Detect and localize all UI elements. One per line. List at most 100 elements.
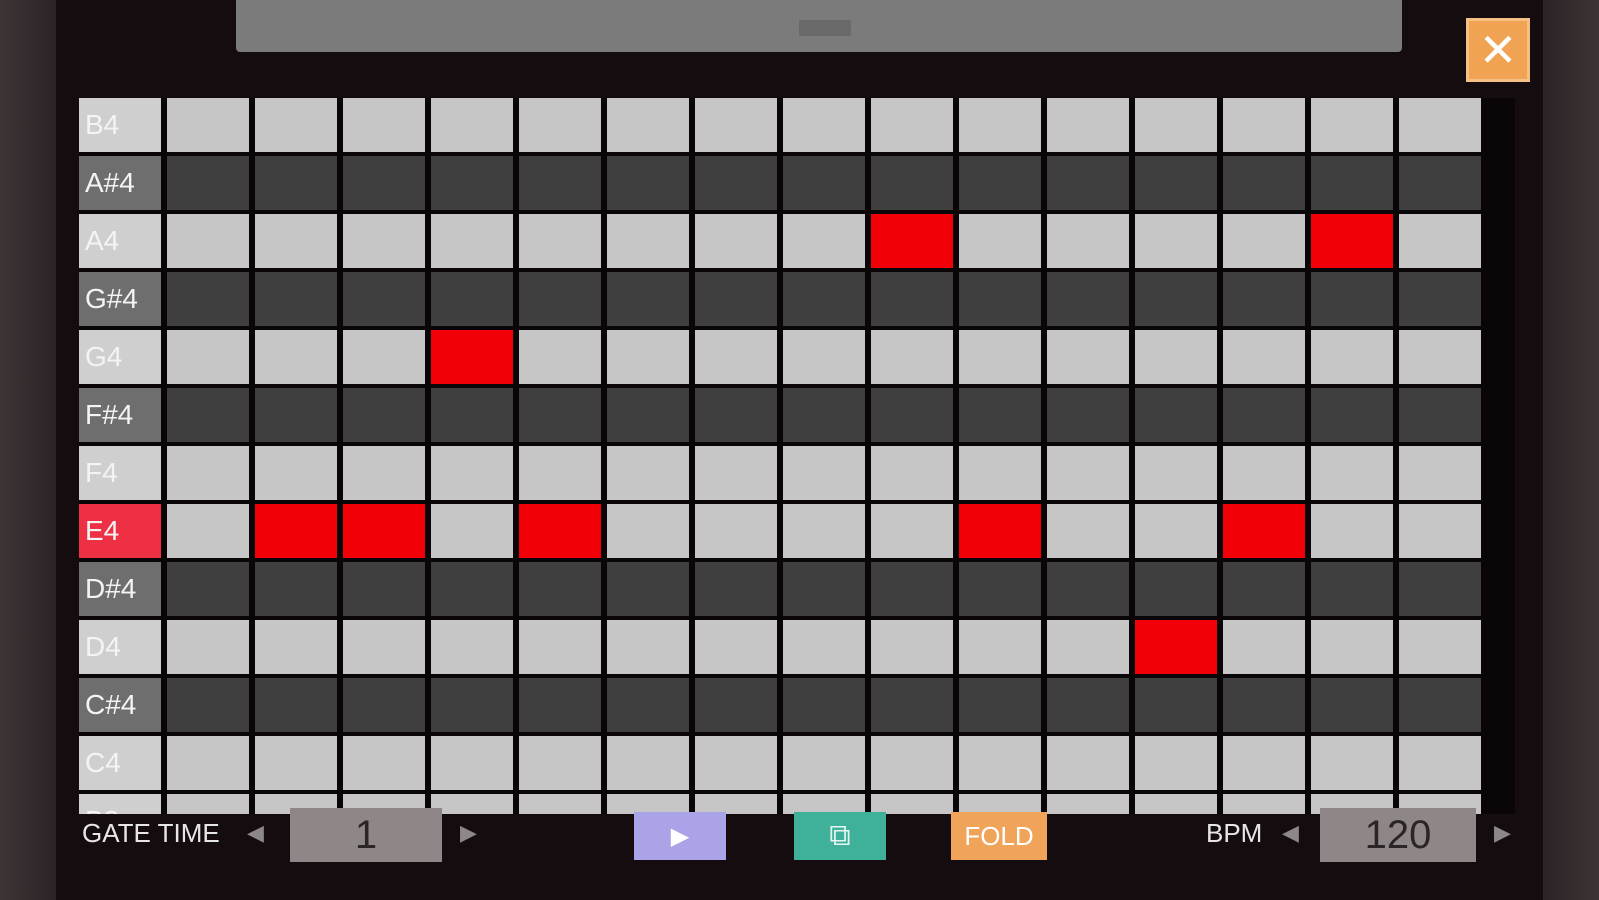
step-cell[interactable] [695, 562, 777, 616]
step-cell[interactable] [1399, 98, 1481, 152]
step-cell[interactable] [607, 156, 689, 210]
step-cell[interactable] [519, 678, 601, 732]
step-cell[interactable] [1135, 388, 1217, 442]
step-cell[interactable] [871, 98, 953, 152]
step-cell[interactable] [871, 736, 953, 790]
step-cell[interactable] [255, 620, 337, 674]
step-cell[interactable] [1135, 562, 1217, 616]
step-cell[interactable] [1135, 678, 1217, 732]
step-cell[interactable] [1135, 504, 1217, 558]
step-cell[interactable] [255, 562, 337, 616]
step-cell[interactable] [607, 678, 689, 732]
bpm-increase-button[interactable]: ▶ [1494, 820, 1511, 846]
step-cell[interactable] [519, 562, 601, 616]
step-cell[interactable] [1311, 446, 1393, 500]
step-cell[interactable] [431, 620, 513, 674]
note-label[interactable]: C#4 [79, 678, 161, 732]
step-cell[interactable] [871, 620, 953, 674]
step-cell[interactable] [959, 794, 1041, 814]
step-cell[interactable] [695, 330, 777, 384]
step-cell[interactable] [431, 446, 513, 500]
step-cell[interactable] [1223, 214, 1305, 268]
step-cell[interactable] [871, 794, 953, 814]
note-label[interactable]: D#4 [79, 562, 161, 616]
step-cell[interactable] [1047, 620, 1129, 674]
step-cell[interactable] [959, 620, 1041, 674]
step-cell[interactable] [1311, 562, 1393, 616]
step-cell[interactable] [1311, 620, 1393, 674]
step-cell[interactable] [519, 156, 601, 210]
note-label[interactable]: B4 [79, 98, 161, 152]
step-cell[interactable] [431, 330, 513, 384]
step-cell[interactable] [255, 388, 337, 442]
step-cell[interactable] [871, 562, 953, 616]
step-cell[interactable] [783, 736, 865, 790]
step-cell[interactable] [1223, 794, 1305, 814]
step-cell[interactable] [1399, 272, 1481, 326]
step-cell[interactable] [1311, 678, 1393, 732]
note-label[interactable]: F4 [79, 446, 161, 500]
step-cell[interactable] [1135, 446, 1217, 500]
step-cell[interactable] [167, 620, 249, 674]
step-cell[interactable] [1399, 504, 1481, 558]
step-cell[interactable] [519, 794, 601, 814]
step-cell[interactable] [959, 214, 1041, 268]
step-cell[interactable] [783, 330, 865, 384]
step-cell[interactable] [255, 678, 337, 732]
step-cell[interactable] [1223, 678, 1305, 732]
step-cell[interactable] [431, 388, 513, 442]
step-cell[interactable] [607, 562, 689, 616]
step-cell[interactable] [343, 504, 425, 558]
step-cell[interactable] [343, 98, 425, 152]
step-cell[interactable] [959, 98, 1041, 152]
step-cell[interactable] [871, 446, 953, 500]
step-cell[interactable] [1399, 678, 1481, 732]
step-cell[interactable] [519, 446, 601, 500]
step-cell[interactable] [1223, 620, 1305, 674]
step-cell[interactable] [519, 736, 601, 790]
drag-handle-bar[interactable] [236, 0, 1402, 52]
step-cell[interactable] [1223, 446, 1305, 500]
step-cell[interactable] [1047, 446, 1129, 500]
step-cell[interactable] [959, 446, 1041, 500]
step-cell[interactable] [343, 272, 425, 326]
step-cell[interactable] [695, 156, 777, 210]
step-cell[interactable] [695, 98, 777, 152]
step-cell[interactable] [783, 214, 865, 268]
step-cell[interactable] [167, 736, 249, 790]
step-cell[interactable] [519, 504, 601, 558]
step-cell[interactable] [519, 388, 601, 442]
step-cell[interactable] [1311, 214, 1393, 268]
step-cell[interactable] [167, 330, 249, 384]
step-cell[interactable] [1047, 678, 1129, 732]
step-cell[interactable] [255, 736, 337, 790]
step-cell[interactable] [1223, 736, 1305, 790]
step-cell[interactable] [783, 388, 865, 442]
step-cell[interactable] [431, 504, 513, 558]
step-cell[interactable] [1399, 156, 1481, 210]
step-cell[interactable] [1223, 156, 1305, 210]
step-cell[interactable] [431, 794, 513, 814]
step-cell[interactable] [1047, 330, 1129, 384]
step-cell[interactable] [255, 214, 337, 268]
step-cell[interactable] [1399, 620, 1481, 674]
bpm-value[interactable]: 120 [1320, 808, 1476, 862]
step-cell[interactable] [167, 156, 249, 210]
step-cell[interactable] [1223, 330, 1305, 384]
step-cell[interactable] [167, 504, 249, 558]
step-cell[interactable] [1399, 562, 1481, 616]
step-cell[interactable] [343, 678, 425, 732]
step-cell[interactable] [871, 214, 953, 268]
step-cell[interactable] [1047, 562, 1129, 616]
step-cell[interactable] [959, 388, 1041, 442]
step-cell[interactable] [1047, 156, 1129, 210]
step-cell[interactable] [1047, 504, 1129, 558]
step-cell[interactable] [959, 156, 1041, 210]
step-cell[interactable] [1311, 736, 1393, 790]
step-cell[interactable] [255, 156, 337, 210]
step-cell[interactable] [431, 562, 513, 616]
step-cell[interactable] [1135, 794, 1217, 814]
step-cell[interactable] [783, 504, 865, 558]
gate-increase-button[interactable]: ▶ [460, 820, 477, 846]
step-cell[interactable] [431, 156, 513, 210]
